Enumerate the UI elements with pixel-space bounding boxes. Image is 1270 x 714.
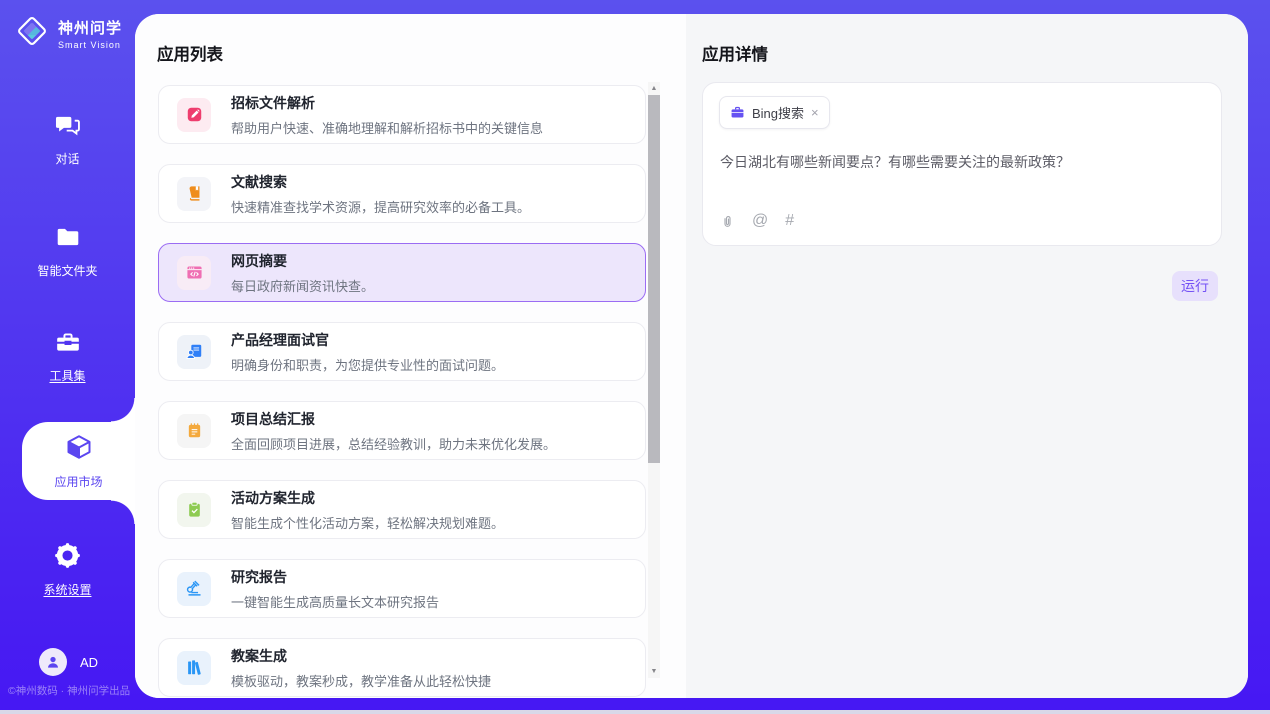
app-card-description: 明确身份和职责，为您提供专业性的面试问题。 [231,355,504,374]
app-detail-title: 应用详情 [702,41,768,65]
active-tab-curve-bottom [111,500,135,524]
browser-code-icon [177,256,211,290]
notepad-icon [177,414,211,448]
user-account[interactable]: AD [39,648,98,676]
app-list: 招标文件解析帮助用户快速、准确地理解和解析招标书中的关键信息文献搜索快速精准查找… [158,85,646,698]
chat-icon [55,112,81,143]
app-card[interactable]: 教案生成模板驱动，教案秒成，教学准备从此轻松快捷 [158,638,646,697]
app-card[interactable]: 招标文件解析帮助用户快速、准确地理解和解析招标书中的关键信息 [158,85,646,144]
app-card-description: 每日政府新闻资讯快查。 [231,276,374,295]
sidebar-item-label: 对话 [55,150,79,167]
scroll-down-icon[interactable]: ▼ [648,665,660,678]
user-icon [39,648,67,676]
app-card-description: 一键智能生成高质量长文本研究报告 [231,592,439,611]
app-card-description: 帮助用户快速、准确地理解和解析招标书中的关键信息 [231,118,543,137]
app-card[interactable]: 文献搜索快速精准查找学术资源，提高研究效率的必备工具。 [158,164,646,223]
briefcase-icon [730,105,745,120]
user-name: AD [80,655,98,670]
close-icon[interactable]: × [811,106,819,119]
app-card-title: 文献搜索 [231,172,530,192]
app-card-title: 网页摘要 [231,251,374,271]
books-icon [177,651,211,685]
sidebar-footer: ©神州数码 · 神州问学出品 [8,683,135,698]
app-list-title: 应用列表 [157,41,223,65]
app-card[interactable]: 活动方案生成智能生成个性化活动方案，轻松解决规划难题。 [158,480,646,539]
scrollbar-thumb[interactable] [648,95,660,463]
sidebar-item-label: 工具集 [49,367,85,384]
composer-toolbar: @ # [720,212,794,230]
app-card[interactable]: 产品经理面试官明确身份和职责，为您提供专业性的面试问题。 [158,322,646,381]
prompt-card: Bing搜索 × 今日湖北有哪些新闻要点？有哪些需要关注的最新政策？ @ # [702,82,1222,246]
sidebar: 神州问学 Smart Vision 对话智能文件夹工具集应用市场系统设置 AD … [0,0,135,714]
app-card-description: 智能生成个性化活动方案，轻松解决规划难题。 [231,513,504,532]
hash-icon[interactable]: # [785,212,794,230]
app-card[interactable]: 项目总结汇报全面回顾项目进展，总结经验教训，助力未来优化发展。 [158,401,646,460]
book-icon [177,177,211,211]
sidebar-item-label: 应用市场 [54,473,102,490]
app-card-title: 研究报告 [231,567,439,587]
query-input[interactable]: 今日湖北有哪些新闻要点？有哪些需要关注的最新政策？ [720,152,1205,172]
app-card-title: 招标文件解析 [231,93,543,113]
active-tab-curve-top [111,398,135,422]
interview-icon [177,335,211,369]
app-card-title: 产品经理面试官 [231,330,504,350]
brand[interactable]: 神州问学 Smart Vision [14,13,122,54]
app-card-title: 项目总结汇报 [231,409,556,429]
app-list-scrollbar[interactable]: ▲ ▼ [648,82,660,678]
run-button[interactable]: 运行 [1172,271,1218,301]
sidebar-item-label: 智能文件夹 [37,262,97,279]
scroll-up-icon[interactable]: ▲ [648,82,660,95]
tool-chip-bing-search[interactable]: Bing搜索 × [719,96,830,129]
edit-icon [177,98,211,132]
app-list-panel: 应用列表 招标文件解析帮助用户快速、准确地理解和解析招标书中的关键信息文献搜索快… [135,14,686,698]
sidebar-item-label: 系统设置 [43,581,91,598]
app-card-description: 模板驱动，教案秒成，教学准备从此轻松快捷 [231,671,491,690]
app-card[interactable]: 网页摘要每日政府新闻资讯快查。 [158,243,646,302]
gear-icon [54,542,81,574]
tool-chip-label: Bing搜索 [752,103,804,122]
main-content: 应用列表 招标文件解析帮助用户快速、准确地理解和解析招标书中的关键信息文献搜索快… [135,14,1248,698]
app-card-title: 教案生成 [231,646,491,666]
at-icon[interactable]: @ [752,212,768,230]
brand-name: 神州问学 [58,17,122,38]
app-card-description: 全面回顾项目进展，总结经验教训，助力未来优化发展。 [231,434,556,453]
bottom-strip [0,710,1270,714]
folder-icon [55,224,81,255]
app-card-description: 快速精准查找学术资源，提高研究效率的必备工具。 [231,197,530,216]
cube-icon [65,433,93,466]
app-card-title: 活动方案生成 [231,488,504,508]
microscope-icon [177,572,211,606]
sidebar-item-market[interactable]: 应用市场 [22,422,135,500]
sidebar-item-folders[interactable]: 智能文件夹 [0,224,135,279]
paperclip-icon[interactable] [720,214,735,229]
clipboard-check-icon [177,493,211,527]
app-detail-panel: 应用详情 Bing搜索 × 今日湖北有哪些新闻要点？有哪些需要关注的最新政策？ … [686,14,1248,698]
sidebar-item-chat[interactable]: 对话 [0,112,135,167]
sidebar-item-settings[interactable]: 系统设置 [0,542,135,598]
sidebar-item-tools[interactable]: 工具集 [0,329,135,384]
toolbox-icon [55,329,81,360]
gem-diamond-icon [14,13,50,54]
app-card[interactable]: 研究报告一键智能生成高质量长文本研究报告 [158,559,646,618]
brand-subtitle: Smart Vision [58,40,122,50]
